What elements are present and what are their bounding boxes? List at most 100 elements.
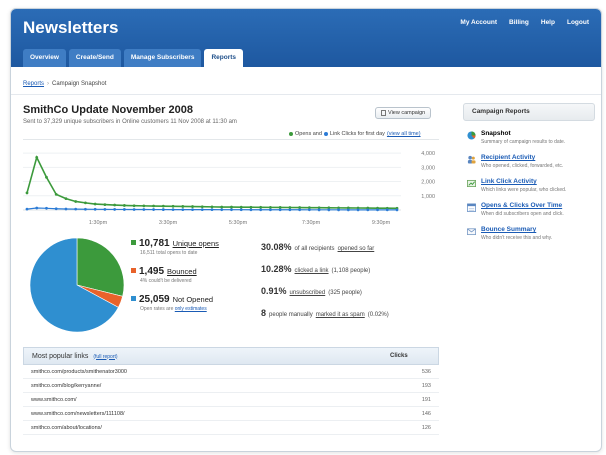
link-url[interactable]: www.smithco.com/: [31, 397, 401, 403]
link-url[interactable]: smithco.com/about/locations/: [31, 425, 401, 431]
pie-chart-svg: [29, 237, 125, 333]
opens-data-point: [132, 204, 136, 208]
link-clicks: 191: [421, 396, 431, 403]
full-report-link[interactable]: (full report): [93, 354, 117, 360]
link-url[interactable]: smithco.com/blog/kerryanne/: [31, 383, 401, 389]
tab-create-send[interactable]: Create/Send: [68, 49, 121, 67]
estimates-prefix: Open rates are: [140, 306, 174, 312]
clicks-data-point: [259, 208, 263, 212]
table-row: smithco.com/blog/kerryanne/ 193: [23, 379, 439, 393]
my-account-link[interactable]: My Account: [460, 19, 497, 26]
clicks-data-point: [200, 208, 204, 212]
x-tick-label: 9:30pm: [372, 220, 391, 226]
opens-data-point: [220, 205, 224, 209]
opens-data-point: [230, 205, 233, 209]
opens-data-point: [181, 205, 185, 208]
opens-data-point: [93, 202, 97, 206]
tab-overview[interactable]: Overview: [23, 49, 66, 67]
clicks-data-point: [181, 208, 185, 212]
tab-reports[interactable]: Reports: [204, 49, 243, 67]
tab-manage-subscribers[interactable]: Manage Subscribers: [123, 49, 202, 67]
rate-clicked: 10.28% clicked a link (1,108 people): [261, 264, 436, 274]
opens-data-point: [239, 205, 243, 209]
only-estimates-link[interactable]: only estimates: [175, 306, 207, 312]
opens-square-icon: [131, 240, 136, 245]
bounced-subtext: 4% could't be delivered: [140, 278, 192, 284]
marked-as-spam-link[interactable]: marked it as spam: [316, 312, 365, 318]
clicks-data-point: [171, 208, 175, 212]
clicks-data-point: [25, 207, 29, 211]
help-link[interactable]: Help: [541, 19, 555, 26]
unsubscribed-link[interactable]: unsubscribed: [290, 290, 326, 296]
popular-links-title: Most popular links: [32, 352, 89, 360]
breadcrumb-reports-link[interactable]: Reports: [23, 81, 44, 87]
view-campaign-button[interactable]: View campaign: [375, 107, 432, 119]
opens-data-point: [45, 175, 48, 179]
clicks-data-point: [288, 208, 292, 212]
opens-clicks-chart: 1,000 2,000 3,000 4,000 1:30pm 3:30pm 5:30pm 7:…: [23, 139, 439, 227]
clicked-a-link-link[interactable]: clicked a link: [295, 268, 329, 274]
snapshot-text: Snapshot Summary of campaign results to …: [481, 130, 565, 145]
logout-link[interactable]: Logout: [567, 19, 589, 26]
y-tick-label: 3,000: [421, 165, 435, 171]
sidebar-item-snapshot: Snapshot Summary of campaign results to …: [463, 130, 595, 145]
clicks-data-point: [220, 208, 224, 212]
link-url[interactable]: smithco.com/products/smithenator3000: [31, 369, 401, 375]
y-tick-label: 2,000: [421, 180, 435, 186]
opens-data-point: [25, 191, 29, 195]
opens-data-point: [191, 205, 194, 208]
calendar-icon: [467, 203, 476, 212]
sidebar-item-desc: When did subscribers open and click.: [481, 211, 564, 217]
opens-data-point: [35, 155, 39, 159]
clicks-data-point: [269, 208, 272, 212]
sidebar-item-desc: Who opened, clicked, forwarded, etc.: [481, 163, 564, 169]
opened-so-far-link[interactable]: opened so far: [338, 246, 375, 252]
main-tabs: Overview Create/Send Manage Subscribers …: [23, 49, 243, 67]
spam-count: 8: [261, 308, 267, 318]
sidebar-item-bounce-summary[interactable]: Bounce Summary Who didn't receive this a…: [463, 226, 595, 241]
sidebar-item-opens-clicks-over-time[interactable]: Opens & Clicks Over Time When did subscr…: [463, 202, 595, 217]
not-opened-label: Not Opened: [172, 295, 214, 304]
clicks-data-point: [161, 208, 165, 211]
table-row: smithco.com/about/locations/ 126: [23, 421, 439, 435]
clicks-data-point: [93, 207, 97, 211]
clicks-legend-label: Link Clicks for first day: [329, 131, 385, 137]
unique-opens-link[interactable]: Unique opens: [173, 239, 219, 248]
bounced-link[interactable]: Bounced: [167, 267, 197, 276]
opens-data-point: [74, 200, 78, 203]
spam-rate-post: (0.02%): [367, 312, 389, 318]
sidebar-item-title[interactable]: Bounce Summary: [481, 226, 552, 233]
not-opened-square-icon: [131, 296, 136, 301]
pie-icon: [467, 131, 476, 140]
bounced-square-icon: [131, 268, 136, 273]
view-all-time-link[interactable]: (view all time): [387, 131, 421, 137]
clicks-data-point: [74, 207, 78, 211]
x-tick-label: 7:30pm: [302, 220, 321, 226]
unsubscribed-rate-post: (325 people): [328, 290, 362, 296]
stat-opens: 10,781 Unique opens: [131, 238, 261, 249]
clicks-data-point: [307, 208, 311, 212]
billing-link[interactable]: Billing: [509, 19, 529, 26]
link-url[interactable]: www.smithco.com/newsletters/111108/: [31, 411, 401, 417]
chart-legend: Opens and Link Clicks for first day (vie…: [289, 131, 421, 137]
y-tick-label: 1,000: [421, 194, 435, 200]
sidebar-item-title[interactable]: Recipient Activity: [481, 154, 563, 161]
clicks-data-point: [84, 207, 87, 211]
link-clicks: 126: [421, 424, 431, 431]
clicks-data-point: [327, 208, 331, 212]
clicks-data-point: [249, 208, 253, 212]
table-row: smithco.com/products/smithenator3000 536: [23, 365, 439, 379]
opens-legend-dot: [289, 132, 293, 136]
stats-list: 10,781 Unique opens 16,511 total opens t…: [131, 238, 261, 322]
opens-data-point: [152, 204, 155, 208]
sidebar-item-desc: Which links were popular, who clicked.: [481, 187, 567, 193]
sidebar-item-recipient-activity[interactable]: Recipient Activity Who opened, clicked, …: [463, 154, 595, 169]
sidebar-item-title[interactable]: Opens & Clicks Over Time: [481, 202, 564, 209]
not-opened-subtext: Open rates are only estimates: [140, 306, 261, 312]
stat-bounced: 1,495 Bounced: [131, 266, 261, 277]
clicks-data-point: [64, 207, 68, 211]
sidebar-item-title[interactable]: Link Click Activity: [481, 178, 566, 185]
clicks-data-point: [35, 206, 39, 210]
sidebar-item-link-click-activity[interactable]: Link Click Activity Which links were pop…: [463, 178, 595, 193]
link-clicks: 193: [421, 382, 431, 389]
